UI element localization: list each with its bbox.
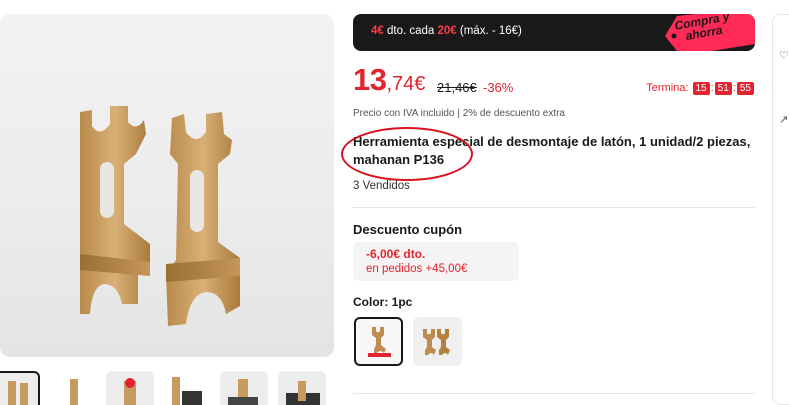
promo-banner[interactable]: 4€ dto. cada 20€ (máx. - 16€) Compra y a… [353,14,755,51]
timer-separator-1: : [710,82,714,94]
coupon-amount: -6,00€ dto. [366,247,426,261]
sold-count: 3 Vendidos [353,180,410,192]
timer-seconds: 55 [736,82,754,95]
divider [353,393,755,394]
thumbnail-strip [0,371,334,405]
promo-max: (máx. - 16€) [456,25,522,37]
thumbnail-3[interactable] [106,371,154,405]
coupon-condition: en pedidos +45,00€ [366,263,468,275]
right-side-panel: ♡ ↗ [772,14,789,405]
thumbnail-5[interactable] [220,371,268,405]
color-label: Color: 1pc [353,295,413,309]
brass-tool-image [80,106,240,326]
promo-text-dto: dto. cada [383,25,438,37]
coupon-card[interactable]: -6,00€ dto. en pedidos +45,00€ [353,242,519,281]
vat-note: Precio con IVA incluido | 2% de descuent… [353,108,565,119]
price-row: 13,74€ 21,46€ -36% Termina: 15:51:55 [353,62,755,98]
thumbnail-2[interactable] [52,371,100,405]
brass-tool-icon [372,327,386,353]
product-title: Herramienta especial de desmontaje de la… [353,134,751,167]
thumbnail-4[interactable] [164,371,212,405]
discount-percent: -36% [483,80,514,95]
thumbnail-1[interactable] [0,371,40,405]
swatch-label-bar [368,353,391,357]
current-price: 13,74€ [353,62,425,98]
promo-tag: Compra y ahorra [647,14,755,51]
coupon-heading: Descuento cupón [353,222,463,237]
countdown-timer: Termina: 15:51:55 [646,82,755,95]
timer-minutes: 51 [714,82,732,95]
timer-label: Termina: [646,82,689,94]
main-product-image[interactable] [0,14,334,357]
color-option-1pc[interactable] [354,317,403,366]
heart-icon[interactable]: ♡ [779,49,789,62]
promo-amount: 4€ [371,25,384,37]
price-integer: 13 [353,62,387,97]
original-price: 21,46€ [437,80,477,95]
timer-hours: 15 [692,82,710,95]
tool-back [80,106,150,314]
thumbnail-6[interactable] [278,371,326,405]
color-option-2pcs[interactable] [413,317,462,366]
tool-front [166,112,240,326]
promo-threshold: 20€ [437,25,457,37]
timer-separator-2: : [732,82,736,94]
divider [353,207,755,208]
share-icon[interactable]: ↗ [779,113,788,126]
price-decimal: ,74€ [386,73,426,95]
brass-tools-icon [423,329,450,355]
promo-text: 4€ dto. cada 20€ (máx. - 16€) [371,25,522,37]
